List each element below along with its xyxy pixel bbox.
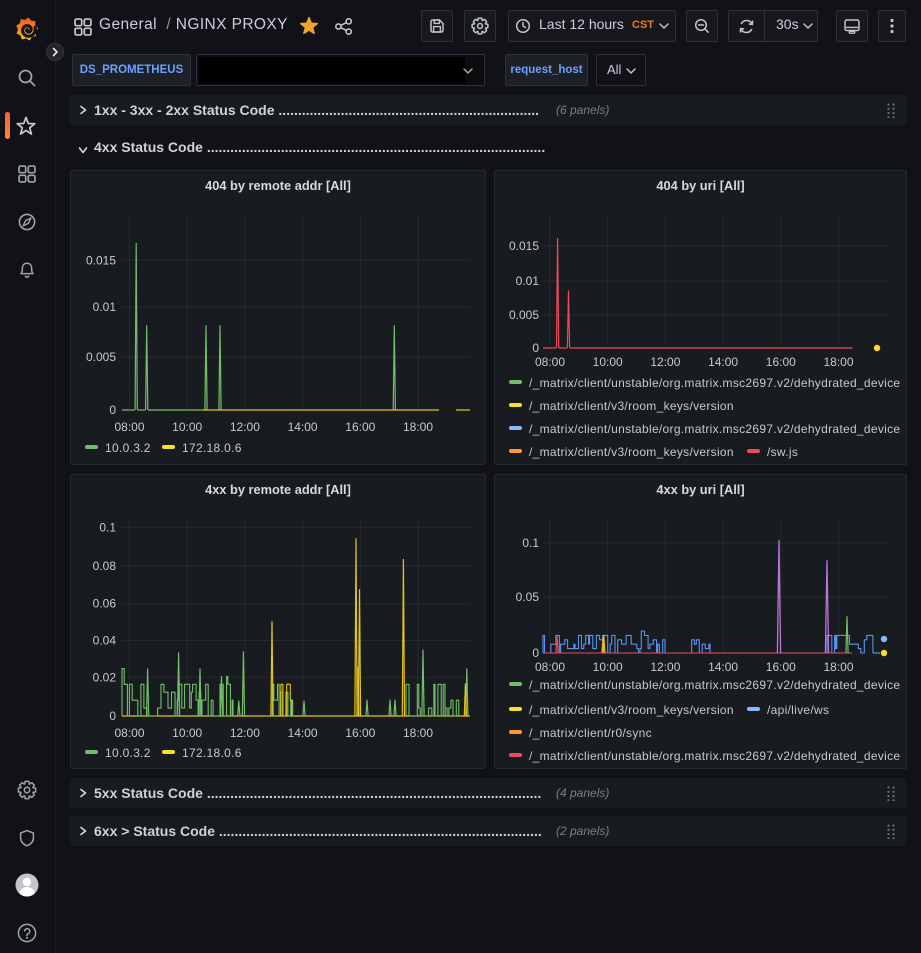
svg-text:10.0.3.2: 10.0.3.2 [105, 746, 151, 760]
svg-text:18:00: 18:00 [403, 420, 433, 434]
svg-text:10:00: 10:00 [172, 420, 202, 434]
svg-text:0.01: 0.01 [93, 300, 117, 314]
svg-text:16:00: 16:00 [766, 660, 796, 674]
svg-text:0.1: 0.1 [522, 536, 539, 550]
svg-text:172.18.0.6: 172.18.0.6 [182, 746, 242, 760]
svg-text:/_matrix/client/r0/sync: /_matrix/client/r0/sync [529, 726, 652, 740]
svg-text:0.005: 0.005 [509, 308, 539, 322]
svg-text:/_matrix/client/v3/room_keys/v: /_matrix/client/v3/room_keys/version [529, 445, 734, 459]
svg-text:14:00: 14:00 [288, 420, 318, 434]
svg-text:0.01: 0.01 [516, 274, 540, 288]
svg-text:/_matrix/client/unstable/org.m: /_matrix/client/unstable/org.matrix.msc2… [529, 749, 900, 763]
svg-text:08:00: 08:00 [535, 355, 565, 369]
svg-text:16:00: 16:00 [345, 420, 375, 434]
svg-text:/_matrix/client/v3/room_keys/v: /_matrix/client/v3/room_keys/version [529, 399, 734, 413]
svg-text:18:00: 18:00 [403, 726, 433, 740]
svg-text:/_matrix/client/unstable/org.m: /_matrix/client/unstable/org.matrix.msc2… [529, 678, 900, 692]
svg-text:12:00: 12:00 [650, 355, 680, 369]
svg-text:0.1: 0.1 [99, 520, 116, 534]
svg-text:/_matrix/client/v3/room_keys/v: /_matrix/client/v3/room_keys/version [529, 703, 734, 717]
svg-text:14:00: 14:00 [288, 726, 318, 740]
svg-text:/_matrix/client/unstable/org.m: /_matrix/client/unstable/org.matrix.msc2… [529, 376, 900, 390]
svg-text:0: 0 [532, 341, 539, 355]
svg-text:18:00: 18:00 [823, 355, 853, 369]
svg-text:172.18.0.6: 172.18.0.6 [182, 441, 242, 455]
svg-text:/api/live/ws: /api/live/ws [767, 703, 829, 717]
svg-text:10:00: 10:00 [593, 660, 623, 674]
svg-text:08:00: 08:00 [535, 660, 565, 674]
svg-text:0: 0 [532, 646, 539, 660]
svg-text:16:00: 16:00 [766, 355, 796, 369]
svg-text:0.015: 0.015 [509, 239, 539, 253]
svg-text:08:00: 08:00 [114, 726, 144, 740]
svg-text:18:00: 18:00 [823, 660, 853, 674]
svg-text:10.0.3.2: 10.0.3.2 [105, 441, 151, 455]
svg-text:08:00: 08:00 [114, 420, 144, 434]
svg-text:12:00: 12:00 [230, 420, 260, 434]
svg-text:14:00: 14:00 [708, 355, 738, 369]
svg-text:10:00: 10:00 [172, 726, 202, 740]
svg-text:14:00: 14:00 [708, 660, 738, 674]
svg-text:0.05: 0.05 [516, 590, 540, 604]
svg-text:0.005: 0.005 [86, 350, 116, 364]
svg-text:12:00: 12:00 [230, 726, 260, 740]
svg-text:16:00: 16:00 [345, 726, 375, 740]
svg-text:0.04: 0.04 [93, 634, 117, 648]
svg-text:0.02: 0.02 [93, 670, 117, 684]
svg-text:0.08: 0.08 [93, 559, 117, 573]
svg-text:0: 0 [109, 709, 116, 723]
svg-text:/sw.js: /sw.js [767, 445, 798, 459]
svg-text:10:00: 10:00 [593, 355, 623, 369]
svg-text:0: 0 [109, 403, 116, 417]
svg-text:0.015: 0.015 [86, 253, 116, 267]
svg-text:/_matrix/client/unstable/org.m: /_matrix/client/unstable/org.matrix.msc2… [529, 422, 900, 436]
svg-text:0.06: 0.06 [93, 597, 117, 611]
svg-text:12:00: 12:00 [650, 660, 680, 674]
